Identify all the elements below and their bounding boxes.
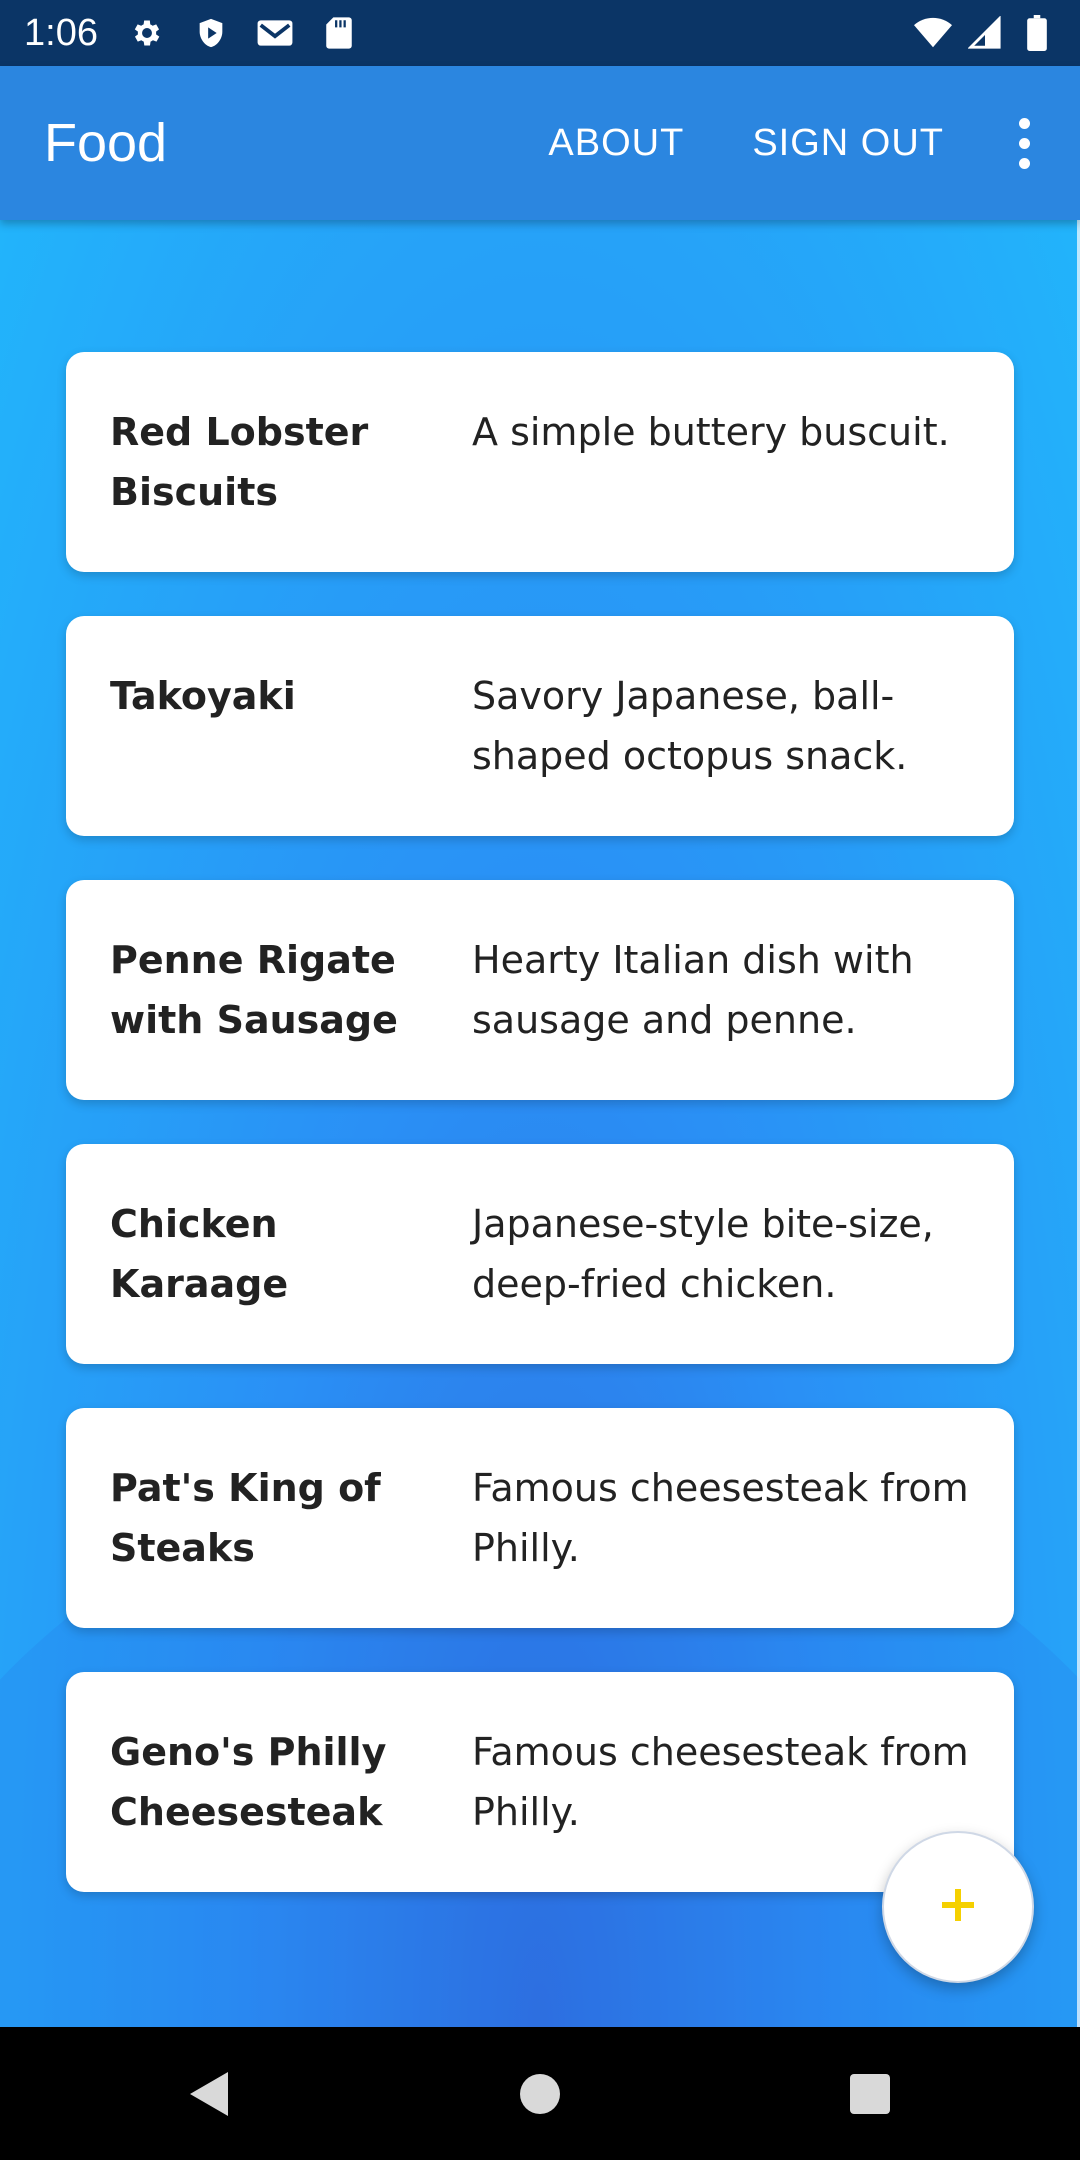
food-card[interactable]: Red Lobster Biscuits A simple buttery bu… [66, 352, 1014, 572]
shield-play-icon [192, 14, 230, 52]
recents-icon[interactable] [840, 2064, 900, 2124]
food-description: Savory Japanese, ball-shaped octopus sna… [472, 674, 908, 778]
food-description: Hearty Italian dish with sausage and pen… [472, 938, 914, 1042]
status-bar: 1:06 [0, 0, 1080, 66]
food-description: Japanese-style bite-size, deep-fried chi… [472, 1202, 934, 1306]
app-title: Food [44, 113, 168, 173]
status-icons-right [914, 14, 1056, 52]
sign-out-button[interactable]: SIGN OUT [752, 122, 944, 165]
sd-card-icon [320, 14, 358, 52]
food-card[interactable]: Takoyaki Savory Japanese, ball-shaped oc… [66, 616, 1014, 836]
food-name: Geno's Philly Cheesesteak [110, 1730, 387, 1834]
status-icons-left [128, 14, 358, 52]
wifi-icon [914, 14, 952, 52]
food-name: Pat's King of Steaks [110, 1466, 381, 1570]
food-list: Red Lobster Biscuits A simple buttery bu… [66, 352, 1014, 1936]
app-bar: Food ABOUT SIGN OUT [0, 66, 1080, 220]
food-name: Chicken Karaage [110, 1202, 289, 1306]
app-actions: ABOUT SIGN OUT [480, 117, 1036, 169]
food-card[interactable]: Chicken Karaage Japanese-style bite-size… [66, 1144, 1014, 1364]
food-name: Takoyaki [110, 674, 296, 718]
status-time: 1:06 [24, 11, 98, 54]
food-name: Penne Rigate with Sausage [110, 938, 398, 1042]
food-description: Famous cheesesteak from Philly. [472, 1466, 969, 1570]
battery-icon [1018, 14, 1056, 52]
about-button[interactable]: ABOUT [548, 122, 684, 165]
signal-icon [966, 14, 1004, 52]
more-vert-icon[interactable] [1012, 117, 1036, 169]
system-nav-bar [0, 2027, 1080, 2160]
back-icon[interactable] [180, 2064, 240, 2124]
food-card[interactable]: Pat's King of Steaks Famous cheesesteak … [66, 1408, 1014, 1628]
food-card[interactable]: Geno's Philly Cheesesteak Famous cheeses… [66, 1672, 1014, 1892]
food-description: Famous cheesesteak from Philly. [472, 1730, 969, 1834]
food-name: Red Lobster Biscuits [110, 410, 369, 514]
food-description: A simple buttery buscuit. [472, 410, 950, 454]
gmail-icon [256, 14, 294, 52]
food-card[interactable]: Penne Rigate with Sausage Hearty Italian… [66, 880, 1014, 1100]
add-icon [938, 1885, 978, 1930]
food-list-screen: Red Lobster Biscuits A simple buttery bu… [0, 220, 1080, 2027]
gear-icon [128, 14, 166, 52]
home-icon[interactable] [510, 2064, 570, 2124]
add-food-button[interactable] [882, 1831, 1034, 1983]
